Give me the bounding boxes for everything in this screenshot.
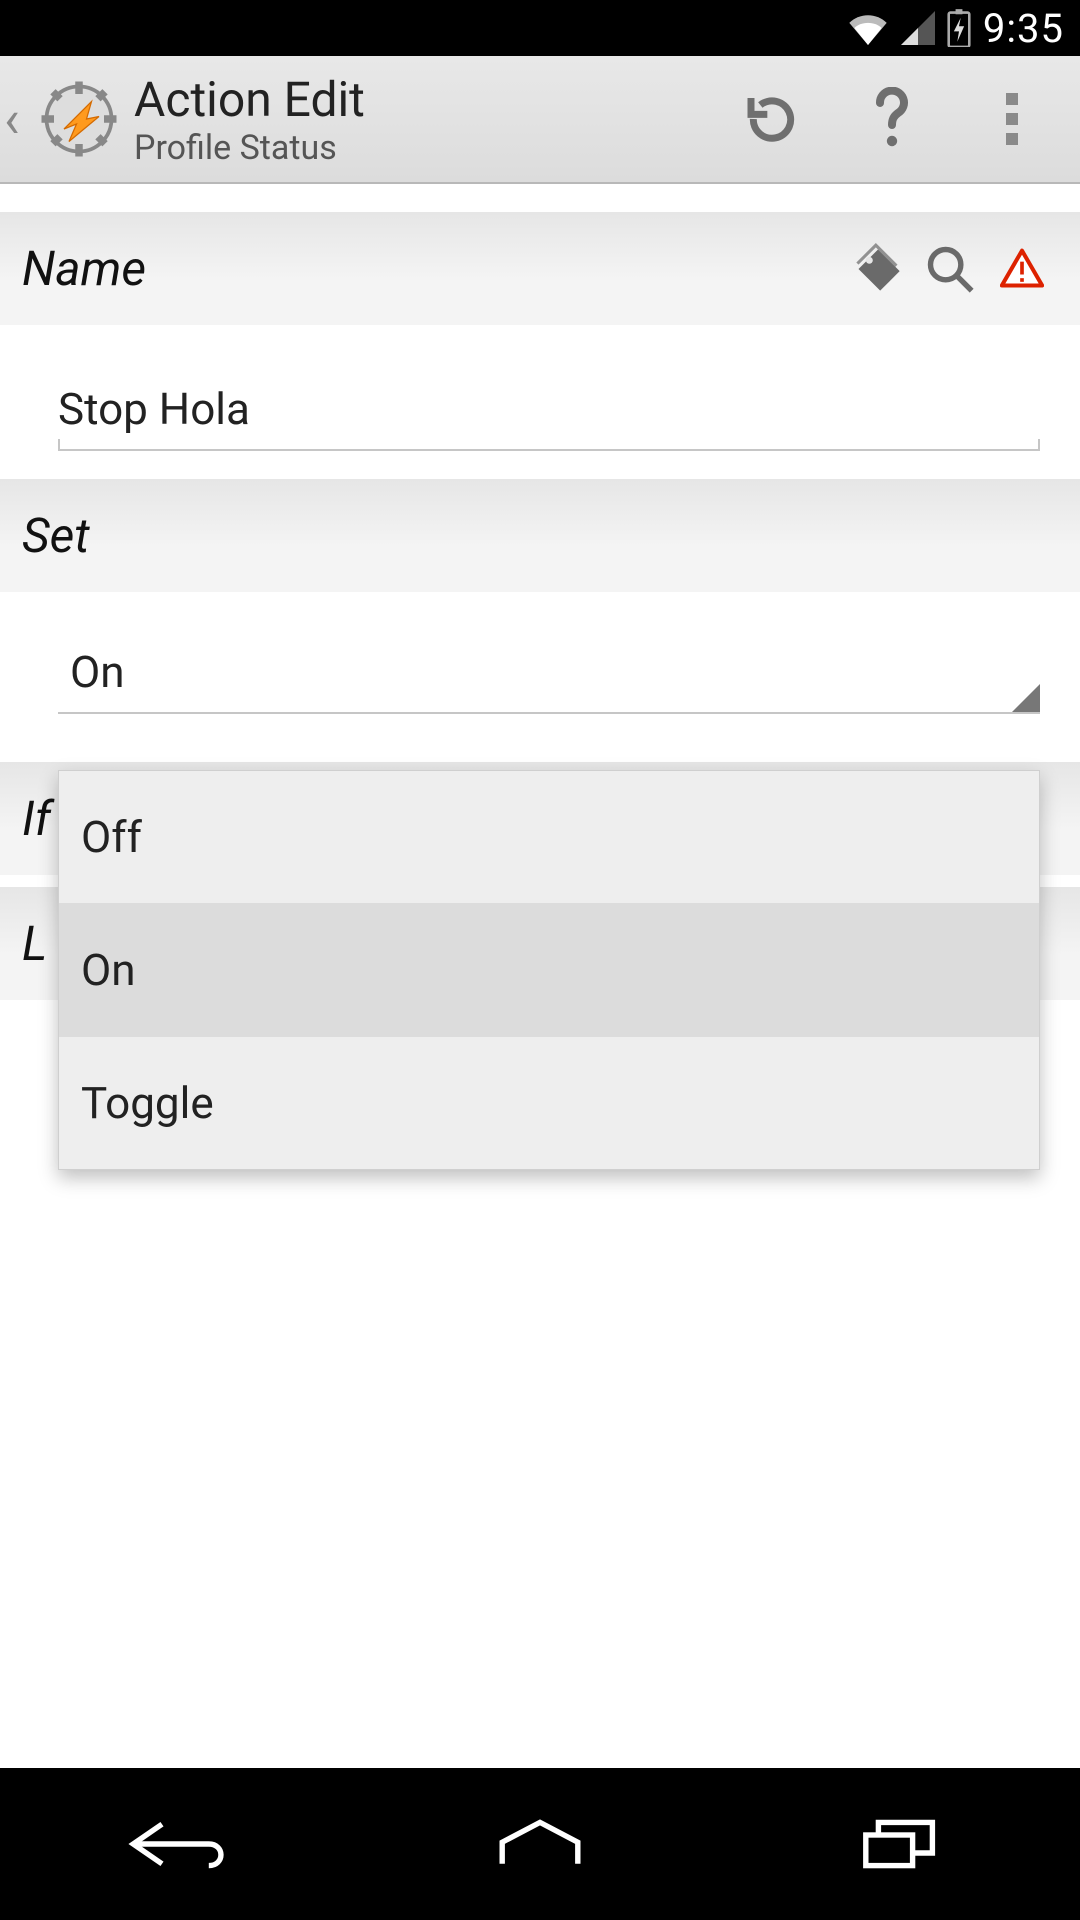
- home-button[interactable]: [460, 1804, 620, 1884]
- dropdown-item-off[interactable]: Off: [59, 771, 1039, 904]
- signal-icon: [901, 11, 935, 45]
- back-chevron-icon[interactable]: ‹: [0, 89, 32, 150]
- set-section-header: Set: [0, 479, 1080, 592]
- back-button[interactable]: [100, 1804, 260, 1884]
- help-button[interactable]: [832, 69, 952, 169]
- dropdown-item-toggle[interactable]: Toggle: [59, 1037, 1039, 1169]
- page-subtitle: Profile Status: [134, 128, 365, 168]
- warning-icon[interactable]: [986, 247, 1058, 291]
- wifi-icon: [847, 11, 889, 45]
- overflow-menu-button[interactable]: [952, 69, 1072, 169]
- dropdown-item-on[interactable]: On: [59, 904, 1039, 1037]
- refresh-button[interactable]: [712, 69, 832, 169]
- name-label: Name: [22, 240, 146, 297]
- name-input[interactable]: [58, 365, 1040, 451]
- name-section-header: Name: [0, 212, 1080, 325]
- navigation-bar: [0, 1768, 1080, 1920]
- search-icon[interactable]: [914, 243, 986, 295]
- recent-apps-button[interactable]: [820, 1804, 980, 1884]
- partial-label: L: [22, 915, 47, 972]
- tag-icon[interactable]: [842, 243, 914, 295]
- clock-text: 9:35: [983, 5, 1064, 52]
- status-bar: 9:35: [0, 0, 1080, 56]
- if-label: If: [22, 790, 51, 847]
- set-label: Set: [22, 507, 90, 564]
- set-dropdown-popup: Off On Toggle: [58, 770, 1040, 1170]
- app-icon[interactable]: [34, 74, 124, 164]
- set-spinner-wrap: On: [0, 592, 1080, 714]
- dropdown-triangle-icon: [1012, 684, 1040, 712]
- app-area: ‹ Action Edit Profile Status: [0, 56, 1080, 1768]
- set-spinner[interactable]: On: [58, 632, 1040, 714]
- battery-icon: [947, 9, 971, 47]
- set-selected-value: On: [70, 646, 125, 698]
- name-field-wrap: [0, 325, 1080, 451]
- page-title: Action Edit: [134, 71, 365, 128]
- action-bar: ‹ Action Edit Profile Status: [0, 56, 1080, 184]
- action-bar-titles: Action Edit Profile Status: [134, 71, 365, 168]
